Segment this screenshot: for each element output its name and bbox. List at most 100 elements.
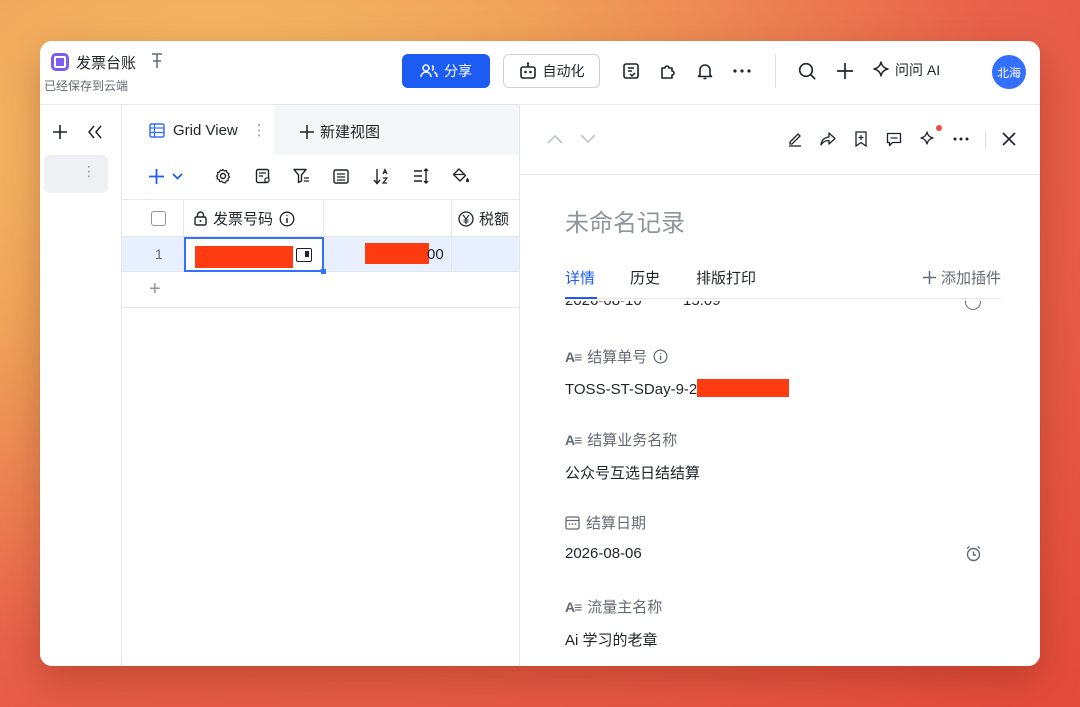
grid-icon bbox=[149, 122, 165, 138]
field-value-text: TOSS-ST-SDay-9-2 bbox=[565, 381, 698, 398]
field-label-text: 结算业务名称 bbox=[587, 432, 678, 449]
settings-icon[interactable] bbox=[214, 167, 232, 185]
text-field-icon: A≡ bbox=[565, 598, 582, 615]
tab-details[interactable]: 详情 bbox=[565, 267, 595, 288]
toolbar-divider bbox=[985, 132, 986, 148]
bell-icon[interactable] bbox=[695, 61, 715, 81]
more-icon[interactable] bbox=[732, 61, 752, 81]
detail-fields: 2026-08-10 15:09 A≡ 结算单号 TOSS-ST-SDay-9-… bbox=[520, 301, 1040, 666]
record-detail-panel: 未命名记录 详情 历史 排版打印 添加插件 2026-08-10 15:09 A… bbox=[519, 105, 1040, 666]
chevron-down-icon bbox=[172, 172, 183, 180]
share-icon[interactable] bbox=[819, 130, 837, 148]
field-value-publisher-name[interactable]: Ai 学习的老章 bbox=[565, 629, 658, 650]
field-label-text: 流量主名称 bbox=[587, 599, 663, 616]
sparkle-icon bbox=[873, 61, 889, 77]
group-icon[interactable] bbox=[332, 167, 350, 185]
info-icon[interactable] bbox=[279, 211, 295, 227]
text-field-icon: A≡ bbox=[565, 348, 582, 365]
sort-icon[interactable] bbox=[372, 167, 390, 185]
sidebar-item-more-icon[interactable]: ⋮ bbox=[82, 163, 96, 180]
cell-value-tail: 00 bbox=[427, 246, 444, 263]
tab-more-icon[interactable]: ⋮ bbox=[252, 121, 267, 139]
row-height-icon[interactable] bbox=[412, 167, 430, 185]
field-value-business-name[interactable]: 公众号互选日结结算 bbox=[565, 462, 700, 483]
filter-icon[interactable] bbox=[292, 167, 310, 185]
column-header-invoice-number[interactable]: 发票号码 bbox=[183, 200, 324, 237]
tab-grid-view[interactable]: Grid View ⋮ bbox=[122, 105, 274, 155]
select-all-checkbox[interactable] bbox=[151, 211, 166, 226]
alarm-icon[interactable] bbox=[965, 301, 981, 310]
search-icon[interactable] bbox=[797, 61, 817, 81]
table-cell[interactable]: 00 bbox=[324, 237, 452, 272]
info-icon[interactable] bbox=[653, 349, 668, 364]
add-record-button[interactable] bbox=[149, 167, 189, 185]
chevron-down-icon[interactable] bbox=[579, 130, 597, 148]
automation-button[interactable]: 自动化 bbox=[503, 54, 600, 88]
redacted-value bbox=[195, 246, 293, 268]
alarm-icon[interactable] bbox=[965, 545, 982, 562]
new-view-button[interactable]: 新建视图 bbox=[300, 121, 380, 142]
tab-history[interactable]: 历史 bbox=[630, 267, 660, 288]
plus-icon[interactable] bbox=[835, 61, 855, 81]
chevron-up-icon[interactable] bbox=[546, 130, 564, 148]
sidebar-add-icon[interactable] bbox=[52, 124, 68, 145]
puzzle-icon[interactable] bbox=[658, 61, 678, 81]
invoice-number-cell[interactable] bbox=[184, 237, 326, 274]
add-plugin-label: 添加插件 bbox=[940, 270, 1001, 287]
notification-dot bbox=[936, 125, 942, 131]
bookmark-icon[interactable] bbox=[852, 130, 870, 148]
tab-print-layout[interactable]: 排版打印 bbox=[696, 267, 756, 288]
column-header-label: 税额 bbox=[479, 211, 510, 228]
comment-icon[interactable] bbox=[885, 130, 903, 148]
expand-record-icon[interactable] bbox=[296, 248, 312, 262]
app-window: 发票台账 已经保存到云端 分享 自动化 问问 AI 北海 ⋮ Grid View… bbox=[40, 41, 1040, 666]
plus-icon bbox=[922, 271, 936, 284]
currency-icon bbox=[458, 210, 474, 227]
avatar[interactable]: 北海 bbox=[992, 55, 1026, 89]
field-config-icon[interactable] bbox=[254, 167, 272, 185]
field-label-settlement-no: A≡ 结算单号 bbox=[565, 346, 668, 367]
share-label: 分享 bbox=[444, 63, 472, 79]
field-label-text: 结算单号 bbox=[587, 349, 648, 366]
view-tabs: Grid View ⋮ 新建视图 bbox=[122, 105, 519, 155]
grid-toolbar bbox=[122, 155, 519, 199]
lock-icon bbox=[194, 211, 207, 226]
field-value-settlement-date[interactable]: 2026-08-06 bbox=[565, 545, 642, 562]
tab-grid-view-label: Grid View bbox=[173, 121, 238, 139]
share-button[interactable]: 分享 bbox=[402, 54, 490, 88]
column-header-2[interactable] bbox=[324, 200, 452, 237]
detail-tabs: 详情 历史 排版打印 添加插件 bbox=[565, 263, 1001, 299]
more-icon[interactable] bbox=[952, 130, 970, 148]
fill-color-icon[interactable] bbox=[452, 167, 470, 185]
table-row[interactable]: 1 00 bbox=[122, 237, 519, 274]
collapse-icon[interactable] bbox=[87, 125, 103, 144]
clipped-date-value: 2026-08-10 15:09 bbox=[565, 301, 721, 309]
ask-ai-button[interactable]: 问问 AI bbox=[872, 60, 940, 80]
add-plugin-button[interactable]: 添加插件 bbox=[922, 267, 1001, 288]
record-title[interactable]: 未命名记录 bbox=[565, 203, 685, 238]
edit-icon[interactable] bbox=[786, 130, 804, 148]
detail-toolbar bbox=[520, 105, 1040, 175]
redacted-value bbox=[697, 379, 790, 397]
app-title: 发票台账 bbox=[76, 55, 137, 72]
save-status: 已经保存到云端 bbox=[44, 79, 129, 93]
add-row-icon: + bbox=[149, 278, 161, 300]
column-header-tax[interactable]: 税额 bbox=[452, 200, 522, 237]
row-number: 1 bbox=[155, 246, 163, 262]
grid-area: Grid View ⋮ 新建视图 发票号码 税额 1 00 + bbox=[122, 105, 519, 666]
field-label-settlement-date: 结算日期 bbox=[565, 512, 646, 533]
field-value-settlement-no[interactable]: TOSS-ST-SDay-9-2 bbox=[565, 379, 790, 398]
calendar-icon bbox=[565, 516, 580, 530]
close-icon[interactable] bbox=[1000, 130, 1018, 148]
doc-icon[interactable] bbox=[621, 61, 641, 81]
add-row[interactable]: + bbox=[122, 272, 519, 308]
active-tab-indicator bbox=[565, 297, 597, 299]
sidebar: ⋮ bbox=[40, 105, 122, 666]
pin-icon[interactable] bbox=[150, 52, 164, 70]
robot-icon bbox=[519, 62, 536, 79]
text-field-icon: A≡ bbox=[565, 431, 582, 448]
sparkle-icon[interactable] bbox=[918, 130, 936, 148]
automation-label: 自动化 bbox=[542, 63, 585, 79]
sidebar-item-table[interactable]: ⋮ bbox=[44, 155, 108, 193]
ask-ai-label: 问问 AI bbox=[895, 62, 941, 78]
